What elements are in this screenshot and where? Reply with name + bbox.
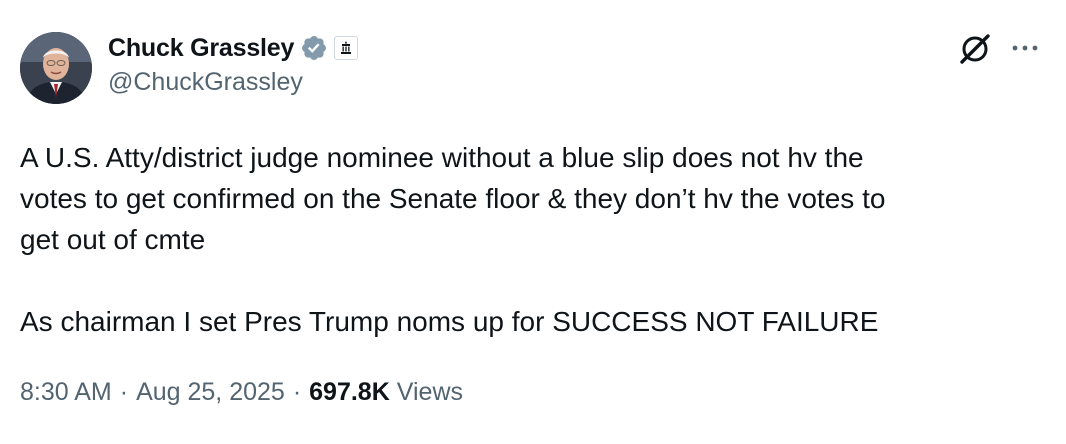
avatar-portrait-image [20, 32, 92, 104]
tweet-meta: 8:30 AM · Aug 25, 2025 · 697.8K Views [20, 378, 463, 407]
meta-separator: · [119, 378, 129, 406]
views-count[interactable]: 697.8K [309, 378, 390, 407]
verified-badge-icon[interactable] [300, 34, 328, 62]
government-building-icon[interactable] [334, 36, 359, 60]
meta-separator: · [292, 378, 302, 406]
tweet-time[interactable]: 8:30 AM [20, 378, 112, 407]
author-display-name[interactable]: Chuck Grassley [108, 34, 294, 63]
author-name-row: Chuck Grassley [108, 30, 359, 66]
avatar[interactable] [20, 32, 92, 104]
tweet-text: A U.S. Atty/district judge nominee witho… [20, 142, 886, 337]
views-label: Views [396, 378, 464, 406]
author-handle[interactable]: @ChuckGrassley [108, 68, 358, 97]
author-block: Chuck Grassley @ChuckGrassley [108, 30, 359, 97]
grok-icon[interactable] [958, 32, 992, 66]
more-options-icon[interactable] [1010, 36, 1040, 60]
tweet-date[interactable]: Aug 25, 2025 [136, 378, 285, 407]
